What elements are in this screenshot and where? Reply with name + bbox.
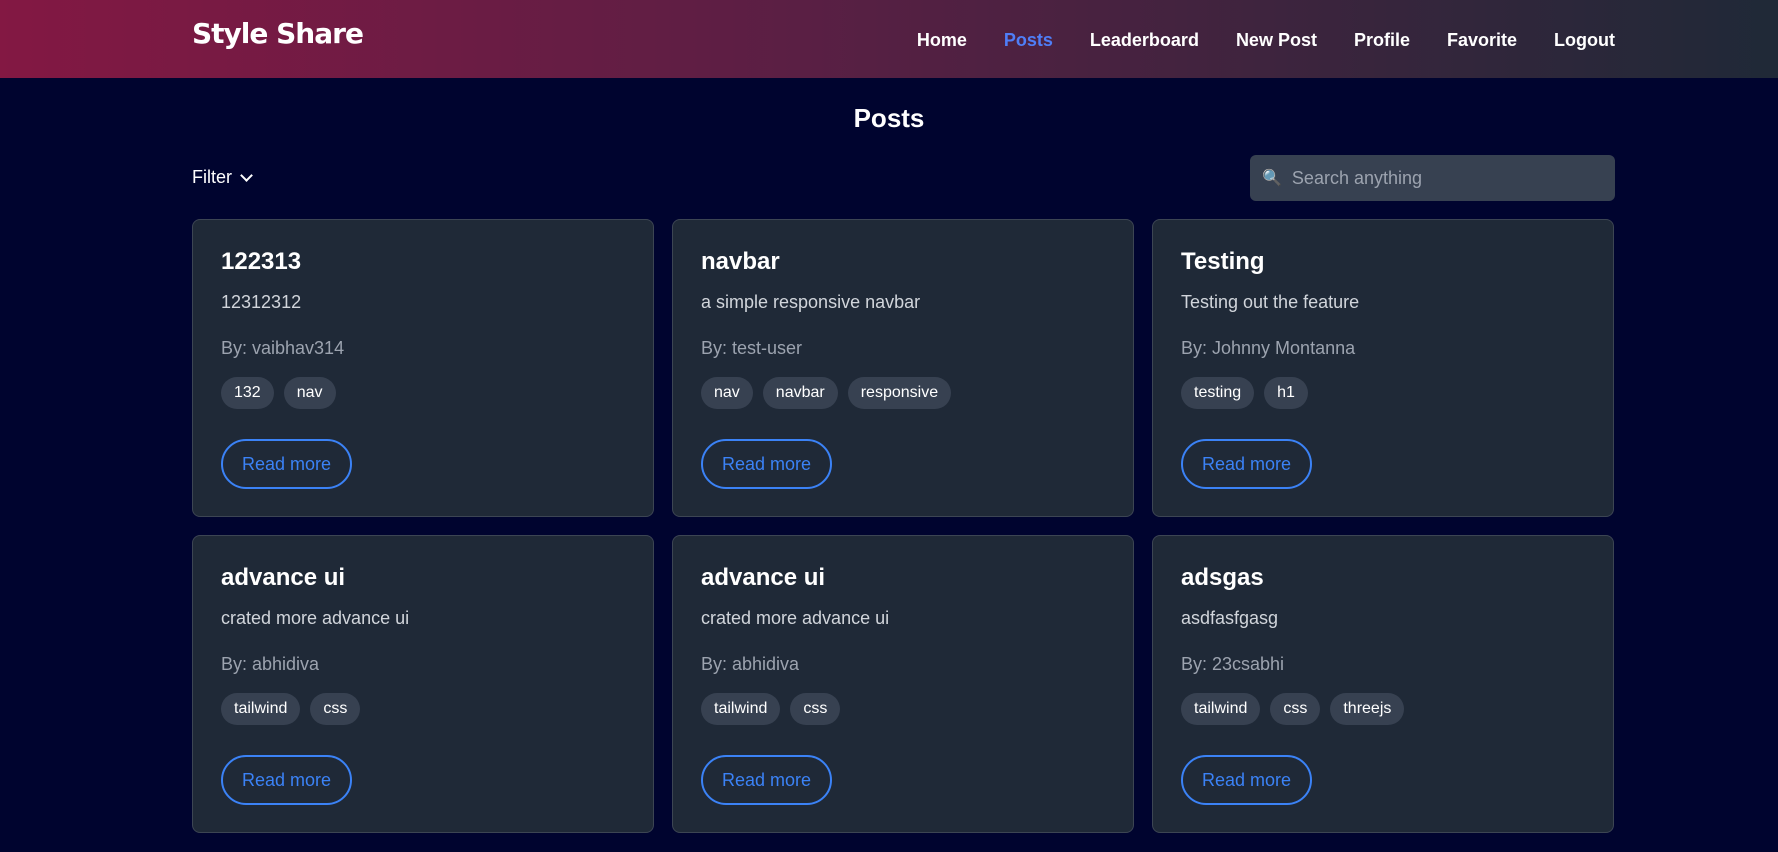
read-more-button[interactable]: Read more bbox=[1181, 755, 1313, 805]
nav-link-posts[interactable]: Posts bbox=[1004, 30, 1053, 51]
tag-badge: threejs bbox=[1330, 693, 1405, 725]
page-title: Posts bbox=[853, 103, 925, 133]
post-author: By: vaibhav314 bbox=[221, 338, 345, 358]
post-title: navbar bbox=[701, 248, 780, 275]
post-author: By: abhidiva bbox=[221, 654, 320, 674]
post-author: By: Johnny Montanna bbox=[1181, 338, 1356, 358]
nav-link-logout[interactable]: Logout bbox=[1554, 30, 1615, 51]
post-title: 122313 bbox=[221, 248, 302, 275]
tag-badge: 132 bbox=[221, 377, 274, 409]
post-card: 122313 12312312 By: vaibhav314 132 nav R… bbox=[192, 219, 654, 517]
post-description: crated more advance ui bbox=[221, 608, 410, 628]
post-author: By: 23csabhi bbox=[1181, 654, 1285, 674]
brand-logo[interactable]: Style Share bbox=[192, 17, 364, 50]
post-card: advance ui crated more advance ui By: ab… bbox=[672, 535, 1134, 833]
read-more-button[interactable]: Read more bbox=[701, 439, 833, 489]
tag-badge: responsive bbox=[847, 377, 952, 409]
post-description: Testing out the feature bbox=[1181, 292, 1360, 312]
tag-badge: h1 bbox=[1264, 377, 1308, 409]
search-input[interactable] bbox=[1291, 167, 1592, 189]
post-tags: tailwind css threejs bbox=[1181, 693, 1585, 725]
filter-label: Filter bbox=[192, 167, 232, 187]
post-card: navbar a simple responsive navbar By: te… bbox=[672, 219, 1134, 517]
post-tags: testing h1 bbox=[1181, 377, 1585, 409]
post-card: Testing Testing out the feature By: John… bbox=[1152, 219, 1614, 517]
top-navbar: Style Share Home Posts Leaderboard New P… bbox=[0, 0, 1778, 78]
post-author: By: abhidiva bbox=[701, 654, 800, 674]
tag-badge: css bbox=[310, 693, 361, 725]
nav-link-profile[interactable]: Profile bbox=[1354, 30, 1410, 51]
tag-badge: nav bbox=[701, 377, 753, 409]
tag-badge: nav bbox=[283, 377, 336, 409]
nav-links: Home Posts Leaderboard New Post Profile … bbox=[917, 30, 1615, 51]
post-author: By: test-user bbox=[701, 338, 803, 358]
post-description: crated more advance ui bbox=[701, 608, 890, 628]
nav-link-favorite[interactable]: Favorite bbox=[1447, 30, 1517, 51]
tag-badge: testing bbox=[1181, 377, 1255, 409]
tag-badge: tailwind bbox=[221, 693, 301, 725]
post-title: advance ui bbox=[221, 564, 346, 591]
tag-badge: css bbox=[790, 693, 841, 725]
post-title: Testing bbox=[1181, 248, 1265, 275]
tag-badge: tailwind bbox=[701, 693, 781, 725]
post-card: advance ui crated more advance ui By: ab… bbox=[192, 535, 654, 833]
tag-badge: navbar bbox=[762, 377, 838, 409]
search-icon: 🔍 bbox=[1262, 170, 1282, 187]
search-box[interactable]: 🔍 bbox=[1250, 155, 1615, 201]
read-more-button[interactable]: Read more bbox=[701, 755, 833, 805]
post-title: adsgas bbox=[1181, 564, 1264, 591]
posts-grid: 122313 12312312 By: vaibhav314 132 nav R… bbox=[192, 219, 1615, 833]
post-description: asdfasfgasg bbox=[1181, 608, 1279, 628]
read-more-button[interactable]: Read more bbox=[221, 439, 353, 489]
nav-link-new-post[interactable]: New Post bbox=[1236, 30, 1317, 51]
read-more-button[interactable]: Read more bbox=[1181, 439, 1313, 489]
post-tags: tailwind css bbox=[221, 693, 625, 725]
post-tags: 132 nav bbox=[221, 377, 625, 409]
nav-link-home[interactable]: Home bbox=[917, 30, 967, 51]
post-card: adsgas asdfasfgasg By: 23csabhi tailwind… bbox=[1152, 535, 1614, 833]
post-tags: tailwind css bbox=[701, 693, 1105, 725]
tag-badge: tailwind bbox=[1181, 693, 1261, 725]
filter-dropdown[interactable]: Filter bbox=[192, 167, 253, 188]
post-description: a simple responsive navbar bbox=[701, 292, 921, 312]
tag-badge: css bbox=[1270, 693, 1321, 725]
post-title: advance ui bbox=[701, 564, 826, 591]
nav-link-leaderboard[interactable]: Leaderboard bbox=[1090, 30, 1199, 51]
post-tags: nav navbar responsive bbox=[701, 377, 1105, 409]
chevron-down-icon bbox=[240, 168, 253, 182]
post-description: 12312312 bbox=[221, 292, 302, 312]
read-more-button[interactable]: Read more bbox=[221, 755, 353, 805]
